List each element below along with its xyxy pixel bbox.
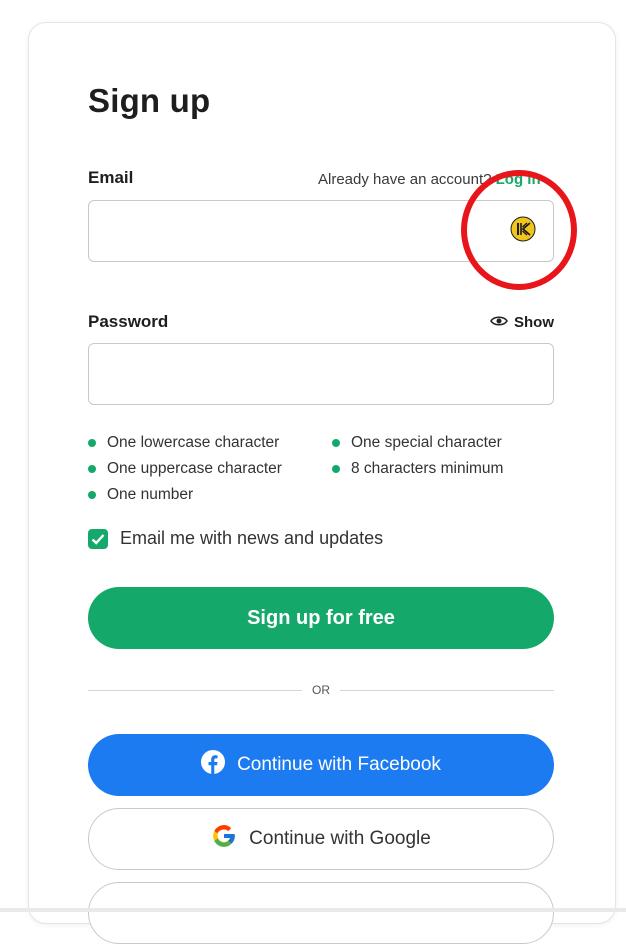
rule-item: One lowercase character: [88, 430, 282, 456]
login-prompt-text: Already have an account?: [318, 171, 492, 188]
rule-check-dot: [332, 439, 340, 447]
rule-text: One uppercase character: [107, 460, 282, 477]
or-divider: OR: [88, 680, 554, 700]
rule-item: One uppercase character: [88, 456, 282, 482]
divider-line: [88, 689, 302, 691]
rule-item: One number: [88, 482, 282, 508]
rule-item: 8 characters minimum: [332, 456, 503, 482]
email-label: Email: [88, 168, 134, 187]
bottom-edge: [0, 908, 626, 912]
newsletter-label: Email me with news and updates: [120, 528, 384, 548]
rule-text: One special character: [351, 434, 502, 451]
newsletter-checkbox[interactable]: [88, 528, 108, 549]
page-title: Sign up: [88, 82, 211, 119]
newsletter-option[interactable]: Email me with news and updates: [88, 528, 383, 549]
divider-text: OR: [312, 683, 330, 697]
checkmark-icon: [91, 533, 105, 545]
password-rules-left: One lowercase character One uppercase ch…: [88, 430, 282, 508]
show-label: Show: [514, 314, 554, 331]
eye-icon: [490, 314, 508, 331]
password-label: Password: [88, 312, 169, 331]
rule-check-dot: [88, 465, 96, 473]
facebook-button[interactable]: Continue with Facebook: [88, 734, 554, 796]
highlight-circle: [461, 170, 577, 290]
rule-item: One special character: [332, 430, 503, 456]
rule-check-dot: [332, 465, 340, 473]
rule-text: 8 characters minimum: [351, 460, 504, 477]
facebook-icon: [201, 750, 226, 780]
rule-text: One lowercase character: [107, 434, 280, 451]
rule-check-dot: [88, 439, 96, 447]
rule-text: One number: [107, 486, 194, 503]
divider-line: [340, 689, 554, 691]
rule-check-dot: [88, 491, 96, 499]
google-button[interactable]: Continue with Google: [88, 808, 554, 870]
signup-button[interactable]: Sign up for free: [88, 587, 554, 649]
apple-button[interactable]: [88, 882, 554, 944]
google-icon: [211, 823, 237, 855]
password-rules-right: One special character 8 characters minim…: [332, 430, 503, 482]
facebook-label: Continue with Facebook: [237, 754, 441, 775]
password-field[interactable]: [88, 343, 554, 405]
google-label: Continue with Google: [249, 828, 431, 849]
show-password-toggle[interactable]: Show: [490, 314, 554, 331]
